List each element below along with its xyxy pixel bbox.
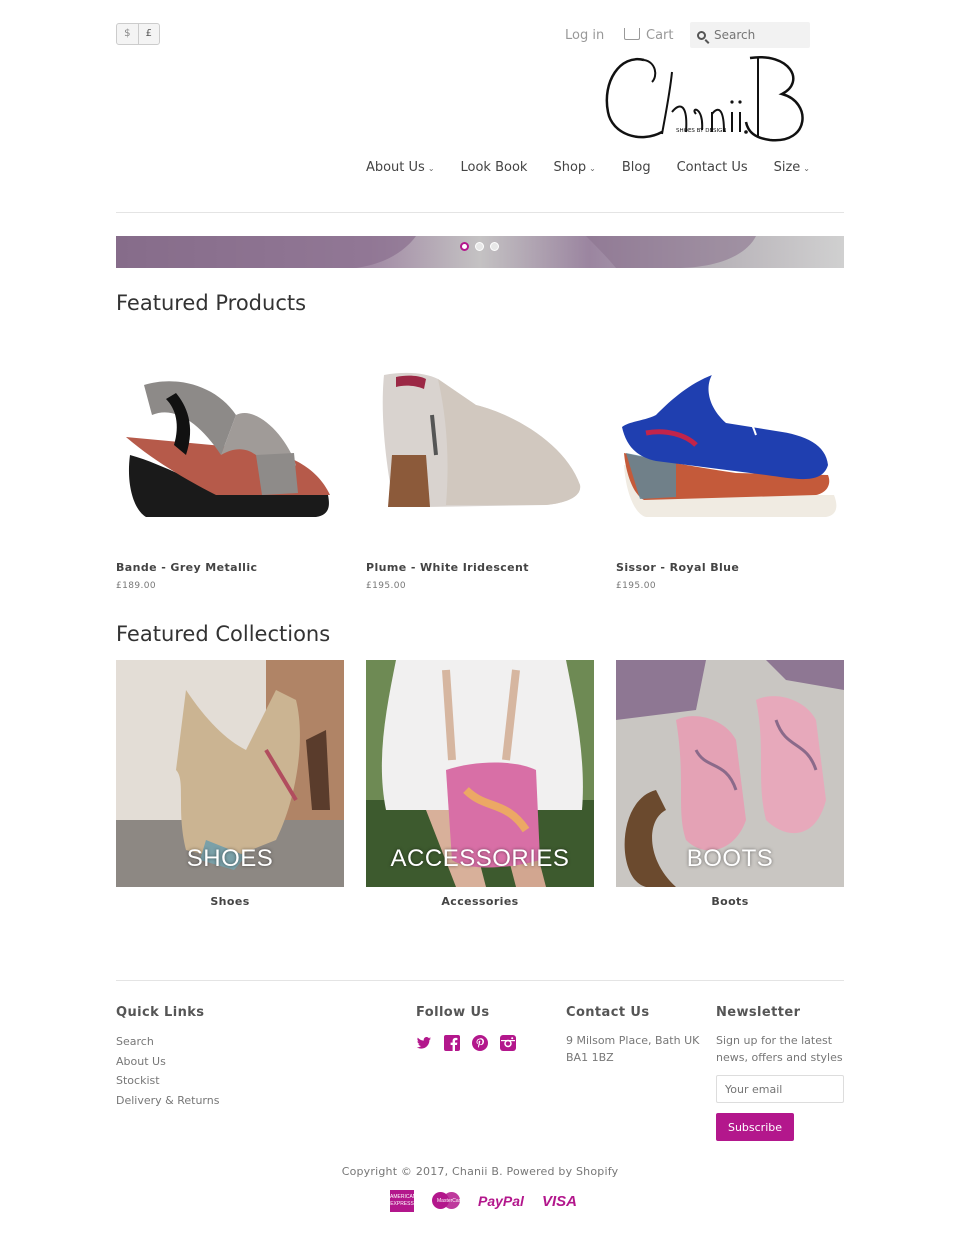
slider-dot[interactable] xyxy=(490,242,499,251)
visa-icon: VISA xyxy=(541,1192,577,1210)
facebook-icon[interactable] xyxy=(444,1035,460,1051)
search-icon xyxy=(697,30,706,40)
product-image[interactable] xyxy=(366,345,594,545)
nav-blog[interactable]: Blog xyxy=(622,160,651,175)
collection-name[interactable]: Accessories xyxy=(366,895,594,908)
product-name[interactable]: Plume - White Iridescent xyxy=(366,561,594,574)
twitter-icon[interactable] xyxy=(416,1035,432,1051)
collection-overlay-label: ACCESSORIES xyxy=(390,845,570,872)
product-image[interactable] xyxy=(616,345,844,545)
login-link[interactable]: Log in xyxy=(565,28,604,43)
newsletter-text: Sign up for the latest news, offers and … xyxy=(716,1032,856,1066)
newsletter-email-input[interactable] xyxy=(716,1075,844,1103)
quick-links-list: Search About Us Stockist Delivery & Retu… xyxy=(116,1032,219,1110)
collection-name[interactable]: Boots xyxy=(616,895,844,908)
product-price: £195.00 xyxy=(616,581,657,591)
chevron-down-icon: ⌄ xyxy=(803,164,810,173)
footer-divider xyxy=(116,980,844,981)
mastercard-label: MasterCard xyxy=(437,1198,464,1204)
cart-icon xyxy=(624,28,640,40)
currency-gbp[interactable]: £ xyxy=(137,24,160,44)
featured-products-title: Featured Products xyxy=(116,291,307,315)
contact-address: 9 Milsom Place, Bath UK BA1 1BZ xyxy=(566,1032,706,1066)
cart-link[interactable]: Cart xyxy=(624,27,674,43)
quick-links-title: Quick Links xyxy=(116,1005,205,1020)
mastercard-icon: MasterCard xyxy=(432,1192,464,1210)
chevron-down-icon: ⌄ xyxy=(427,164,435,173)
hero-slider[interactable] xyxy=(116,236,844,268)
collection-image[interactable]: BOOTS xyxy=(616,660,844,887)
pinterest-icon[interactable] xyxy=(472,1035,488,1051)
product-name[interactable]: Sissor - Royal Blue xyxy=(616,561,844,574)
featured-collections-title: Featured Collections xyxy=(116,622,331,646)
collection-card[interactable]: BOOTS Boots xyxy=(616,660,844,908)
slider-dot[interactable] xyxy=(475,242,484,251)
collection-image[interactable]: SHOES xyxy=(116,660,344,887)
product-price: £195.00 xyxy=(366,581,407,591)
nav-size[interactable]: Size ⌄ xyxy=(774,160,810,175)
collection-card[interactable]: ACCESSORIES Accessories xyxy=(366,660,594,908)
subscribe-button[interactable]: Subscribe xyxy=(716,1113,794,1141)
product-card[interactable]: Plume - White Iridescent £195.00 xyxy=(366,345,594,591)
collection-card[interactable]: SHOES Shoes xyxy=(116,660,344,908)
search-box[interactable] xyxy=(690,22,810,48)
paypal-icon: PayPal xyxy=(478,1193,524,1209)
nav-shop[interactable]: Shop ⌄ xyxy=(553,160,595,175)
amex-icon: AMERICAN EXPRESS xyxy=(390,1190,416,1212)
cart-label: Cart xyxy=(646,28,674,43)
copyright: Copyright © 2017, Chanii B. Powered by S… xyxy=(341,1165,619,1178)
contact-us-title: Contact Us xyxy=(566,1005,650,1020)
slider-dots xyxy=(460,242,499,251)
collection-overlay-label: SHOES xyxy=(186,845,274,872)
product-name[interactable]: Bande - Grey Metallic xyxy=(116,561,344,574)
logo-tagline: SHOES BY DESIGN xyxy=(676,128,726,134)
payment-methods: AMERICAN EXPRESS MasterCard PayPal VISA xyxy=(390,1190,577,1212)
instagram-icon[interactable] xyxy=(500,1035,516,1051)
logo[interactable]: SHOES BY DESIGN xyxy=(600,52,812,148)
search-input[interactable] xyxy=(714,28,804,42)
main-nav: About Us ⌄ Look Book Shop ⌄ Blog Contact U… xyxy=(340,160,810,175)
newsletter-text-line-2: news, offers and styles xyxy=(716,1051,843,1064)
footer-link-delivery-returns[interactable]: Delivery & Returns xyxy=(116,1091,219,1111)
nav-look-book[interactable]: Look Book xyxy=(461,160,528,175)
currency-usd[interactable]: $ xyxy=(117,24,138,44)
footer-link-search[interactable]: Search xyxy=(116,1032,219,1052)
footer-link-stockist[interactable]: Stockist xyxy=(116,1071,219,1091)
product-card[interactable]: Bande - Grey Metallic £189.00 xyxy=(116,345,344,591)
follow-us-title: Follow Us xyxy=(416,1005,490,1020)
slider-dot[interactable] xyxy=(460,242,469,251)
footer-link-about-us[interactable]: About Us xyxy=(116,1052,219,1072)
collection-name[interactable]: Shoes xyxy=(116,895,344,908)
newsletter-title: Newsletter xyxy=(716,1005,801,1020)
address-line-1: 9 Milsom Place, Bath UK xyxy=(566,1034,700,1047)
address-line-2: BA1 1BZ xyxy=(566,1051,614,1064)
product-price: £189.00 xyxy=(116,581,157,591)
collection-image[interactable]: ACCESSORIES xyxy=(366,660,594,887)
nav-about-us[interactable]: About Us ⌄ xyxy=(366,160,435,175)
header-divider xyxy=(116,212,844,213)
social-links xyxy=(416,1035,516,1051)
collection-overlay-label: BOOTS xyxy=(686,845,774,872)
nav-contact-us[interactable]: Contact Us xyxy=(677,160,748,175)
currency-switcher[interactable]: $ £ xyxy=(116,23,160,45)
chevron-down-icon: ⌄ xyxy=(589,164,596,173)
newsletter-text-line-1: Sign up for the latest xyxy=(716,1034,833,1047)
product-card[interactable]: Sissor - Royal Blue £195.00 xyxy=(616,345,844,591)
product-image[interactable] xyxy=(116,345,344,545)
